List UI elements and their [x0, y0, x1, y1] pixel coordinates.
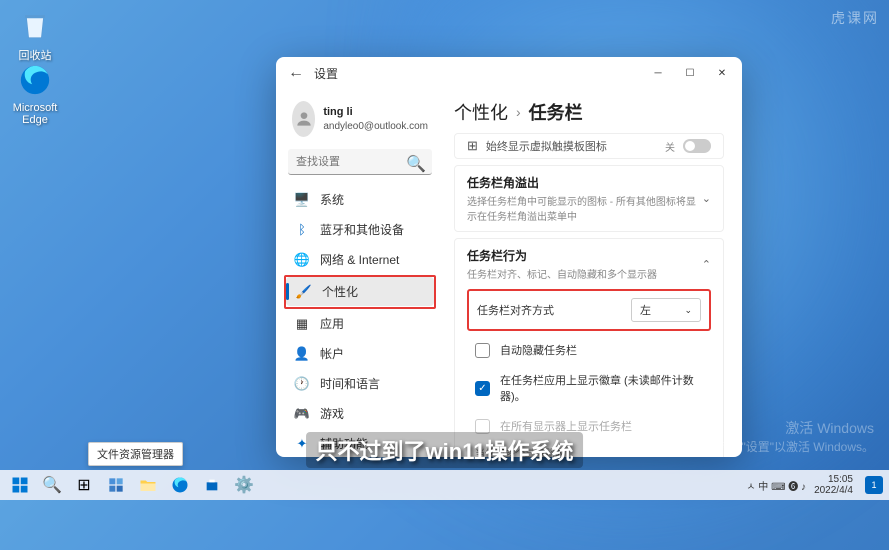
- breadcrumb-leaf: 任务栏: [529, 99, 583, 125]
- row-show-badge[interactable]: ✓ 在任务栏应用上显示徽章 (未读邮件计数器)。: [467, 365, 711, 411]
- alignment-dropdown[interactable]: 左 ⌄: [631, 298, 701, 322]
- sidebar-item-label: 游戏: [320, 405, 344, 422]
- edge-icon: [15, 60, 55, 100]
- chevron-down-icon: ⌄: [702, 192, 711, 205]
- desktop-icon-label: Microsoft Edge: [13, 102, 58, 126]
- settings-button[interactable]: ⚙️: [230, 472, 258, 498]
- section-header-behavior[interactable]: 任务栏行为 任务栏对齐、标记、自动隐藏和多个显示器 ⌃: [467, 247, 711, 281]
- sidebar-item-label: 网络 & Internet: [320, 251, 399, 268]
- time: 15:05: [814, 474, 853, 485]
- content-area: 个性化 › 任务栏 ⊞ 始终显示虚拟触摸板图标 关 任务栏角溢出 选择任务栏角中…: [444, 89, 742, 457]
- section-desc: 任务栏对齐、标记、自动隐藏和多个显示器: [467, 266, 657, 281]
- minimize-button[interactable]: ─: [642, 59, 674, 87]
- section-title: 任务栏行为: [467, 247, 657, 264]
- touchpad-label: 始终显示虚拟触摸板图标: [486, 138, 657, 154]
- search-box: 🔍: [288, 149, 432, 175]
- sidebar-item-apps[interactable]: ▦ 应用: [284, 309, 436, 338]
- section-behavior: 任务栏行为 任务栏对齐、标记、自动隐藏和多个显示器 ⌃ 任务栏对齐方式 左 ⌄: [454, 238, 724, 457]
- personalization-icon: 🖌️: [296, 284, 312, 300]
- window-title: 设置: [314, 65, 642, 82]
- breadcrumb: 个性化 › 任务栏: [454, 99, 724, 125]
- chevron-down-icon: ⌄: [684, 305, 692, 316]
- toggle-state: 关: [665, 139, 675, 154]
- titlebar: ← 设置 ─ ☐ ✕: [276, 57, 742, 89]
- file-explorer-button[interactable]: [134, 472, 162, 498]
- row-taskbar-alignment: 任务栏对齐方式 左 ⌄: [469, 291, 709, 329]
- alignment-label: 任务栏对齐方式: [477, 302, 554, 318]
- video-caption: 只不过到了win11操作系统: [306, 432, 584, 468]
- checkbox-auto-hide[interactable]: [475, 343, 490, 358]
- sidebar-item-bluetooth[interactable]: ᛒ 蓝牙和其他设备: [284, 215, 436, 244]
- activate-windows-watermark: 激活 Windows 转到"设置"以激活 Windows。: [717, 418, 874, 455]
- sidebar-item-label: 系统: [320, 191, 344, 208]
- system-tray: ㅅ 中 ⌨ ❻ ♪ 15:05 2022/4/4 1: [746, 474, 883, 496]
- sidebar-item-label: 蓝牙和其他设备: [320, 221, 404, 238]
- back-button[interactable]: ←: [286, 63, 306, 83]
- accounts-icon: 👤: [294, 346, 310, 362]
- option-label: 在任务栏应用上显示徽章 (未读邮件计数器)。: [500, 372, 703, 404]
- watermark-logo: 虎课网: [831, 8, 879, 28]
- clock[interactable]: 15:05 2022/4/4: [814, 474, 857, 496]
- section-overflow: 任务栏角溢出 选择任务栏角中可能显示的图标 - 所有其他图标将显示在任务栏角溢出…: [454, 165, 724, 232]
- sidebar-item-personalization[interactable]: 🖌️ 个性化: [286, 277, 434, 306]
- recycle-bin-icon: [15, 5, 55, 45]
- time-icon: 🕐: [294, 376, 310, 392]
- sidebar: ting li andyleo0@outlook.com 🔍 🖥️ 系统 ᛒ 蓝牙和…: [276, 89, 444, 457]
- sidebar-item-network[interactable]: 🌐 网络 & Internet: [284, 245, 436, 274]
- sidebar-item-gaming[interactable]: 🎮 游戏: [284, 399, 436, 428]
- widgets-button[interactable]: [102, 472, 130, 498]
- task-view-button[interactable]: ⊞: [70, 472, 98, 498]
- breadcrumb-root[interactable]: 个性化: [454, 99, 508, 125]
- chevron-up-icon: ⌃: [702, 258, 711, 271]
- option-label: 自动隐藏任务栏: [500, 342, 577, 358]
- section-title: 任务栏角溢出: [467, 174, 702, 191]
- desktop-icon-edge[interactable]: Microsoft Edge: [5, 60, 65, 126]
- section-header-overflow[interactable]: 任务栏角溢出 选择任务栏角中可能显示的图标 - 所有其他图标将显示在任务栏角溢出…: [467, 174, 711, 223]
- store-button[interactable]: [198, 472, 226, 498]
- sidebar-item-accounts[interactable]: 👤 帐户: [284, 339, 436, 368]
- date: 2022/4/4: [814, 485, 853, 496]
- sidebar-item-label: 应用: [320, 315, 344, 332]
- sidebar-item-system[interactable]: 🖥️ 系统: [284, 185, 436, 214]
- start-button[interactable]: [6, 472, 34, 498]
- edge-button[interactable]: [166, 472, 194, 498]
- desktop-icon-recycle-bin[interactable]: 回收站: [5, 5, 65, 63]
- notification-badge[interactable]: 1: [865, 476, 883, 494]
- sidebar-item-time[interactable]: 🕐 时间和语言: [284, 369, 436, 398]
- touchpad-icon: ⊞: [467, 138, 478, 154]
- settings-window: ← 设置 ─ ☐ ✕ ting li andyleo0@outlook.com …: [276, 57, 742, 457]
- taskbar: 🔍 ⊞ ⚙️ ㅅ 中 ⌨ ❻ ♪ 15:05 2022/4/4 1: [0, 470, 889, 500]
- bluetooth-icon: ᛒ: [294, 222, 310, 238]
- section-desc: 选择任务栏角中可能显示的图标 - 所有其他图标将显示在任务栏角溢出菜单中: [467, 193, 702, 223]
- user-account-box[interactable]: ting li andyleo0@outlook.com: [284, 97, 436, 149]
- activate-sub: 转到"设置"以激活 Windows。: [717, 438, 874, 455]
- checkbox-show-badge[interactable]: ✓: [475, 381, 490, 396]
- search-button[interactable]: 🔍: [38, 472, 66, 498]
- system-icon: 🖥️: [294, 192, 310, 208]
- network-icon: 🌐: [294, 252, 310, 268]
- maximize-button[interactable]: ☐: [674, 59, 706, 87]
- activate-title: 激活 Windows: [717, 418, 874, 438]
- user-email: andyleo0@outlook.com: [323, 120, 428, 133]
- gaming-icon: 🎮: [294, 406, 310, 422]
- row-auto-hide[interactable]: 自动隐藏任务栏: [467, 335, 711, 365]
- user-name: ting li: [323, 105, 428, 119]
- close-button[interactable]: ✕: [706, 59, 738, 87]
- tray-icons[interactable]: ㅅ 中 ⌨ ❻ ♪: [746, 478, 806, 493]
- avatar: [292, 101, 315, 137]
- dropdown-value: 左: [640, 302, 651, 318]
- chevron-right-icon: ›: [516, 104, 521, 120]
- touchpad-toggle-row[interactable]: ⊞ 始终显示虚拟触摸板图标 关: [454, 133, 724, 159]
- sidebar-item-label: 时间和语言: [320, 375, 380, 392]
- search-icon: 🔍: [406, 154, 426, 174]
- apps-icon: ▦: [294, 316, 310, 332]
- sidebar-item-label: 帐户: [320, 345, 344, 362]
- taskbar-tooltip: 文件资源管理器: [88, 442, 183, 466]
- sidebar-item-label: 个性化: [322, 283, 358, 300]
- toggle-switch[interactable]: [683, 139, 711, 153]
